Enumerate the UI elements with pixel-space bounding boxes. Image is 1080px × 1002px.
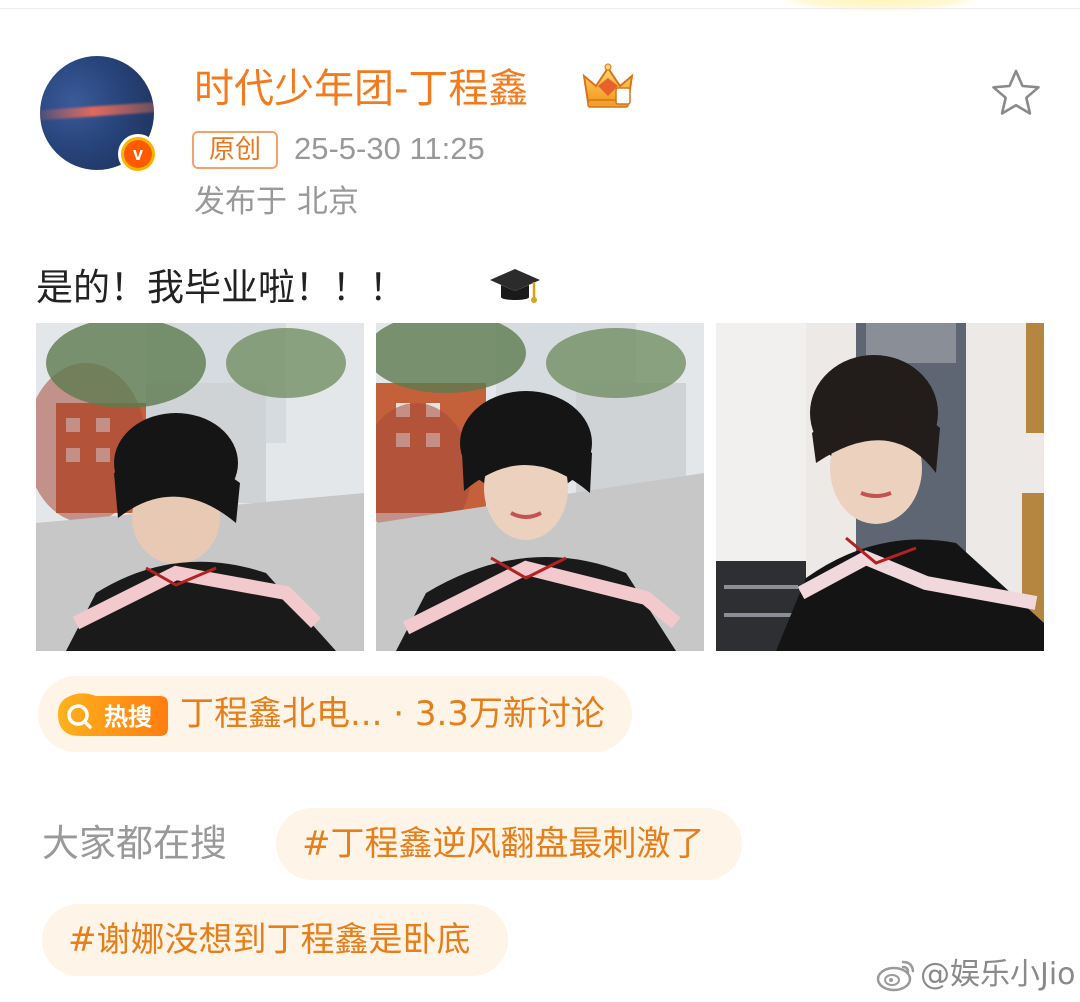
original-badge: 原创 <box>192 131 278 169</box>
post-text: 是的！我毕业啦！！！ <box>36 266 406 309</box>
post-timestamp: 25-5-30 11:25 <box>294 131 485 166</box>
star-icon[interactable] <box>990 68 1042 118</box>
trending-chip-2[interactable]: #谢娜没想到丁程鑫是卧底 <box>42 904 508 976</box>
post-location: 发布于 北京 <box>194 184 359 220</box>
watermark-text: @娱乐小Jio <box>920 957 1076 992</box>
top-decoration <box>780 0 980 12</box>
weibo-post-page: v 时代少年团-丁程鑫 原创 25-5-30 11:25 发布于 北京 是的！我… <box>0 0 1080 1002</box>
watermark: @娱乐小Jio <box>876 952 1076 998</box>
post-image-2[interactable] <box>376 323 704 651</box>
crown-badge-icon[interactable] <box>578 62 638 110</box>
hot-search-text[interactable]: 丁程鑫北电... · 3.3万新讨论 <box>180 690 605 738</box>
verified-v-icon: v <box>118 134 158 174</box>
post-image-1[interactable] <box>36 323 364 651</box>
svg-text:热搜: 热搜 <box>104 703 152 731</box>
weibo-logo-icon <box>876 960 915 992</box>
hot-search-badge[interactable]: 热搜 <box>56 690 168 738</box>
post-image-3[interactable] <box>716 323 1044 651</box>
graduation-cap-icon <box>490 269 540 303</box>
top-divider <box>0 8 1080 9</box>
everyone-searching-label: 大家都在搜 <box>42 822 227 865</box>
trending-chip-1[interactable]: #丁程鑫逆风翻盘最刺激了 <box>276 808 742 880</box>
username[interactable]: 时代少年团-丁程鑫 <box>194 62 528 116</box>
